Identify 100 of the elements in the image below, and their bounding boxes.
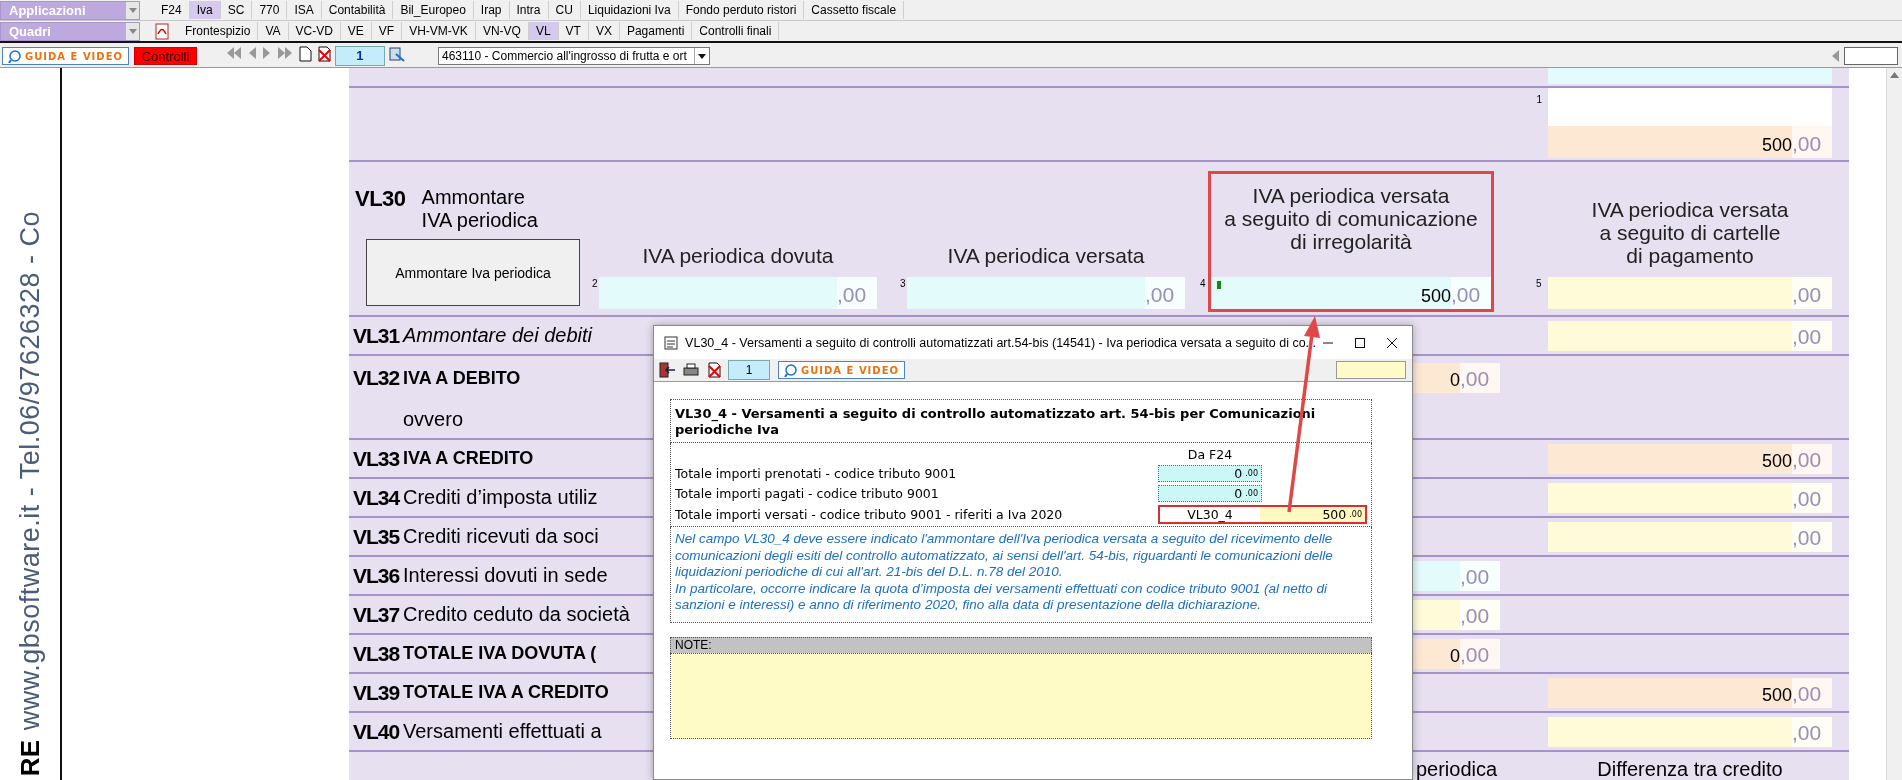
tab[interactable]: Bil_Europeo: [393, 1, 474, 19]
amount-field[interactable]: 500,00: [1548, 677, 1832, 708]
search-icon[interactable]: [388, 46, 406, 62]
column-header: IVA periodica dovuta: [641, 244, 835, 267]
dropdown-arrow-icon[interactable]: [698, 53, 706, 59]
row-label: Ammontare IVA periodica: [421, 186, 538, 232]
print-icon[interactable]: [682, 362, 700, 378]
tab[interactable]: VX: [588, 22, 620, 40]
column-header: Da F24: [1186, 447, 1234, 462]
tab[interactable]: VT: [558, 22, 589, 40]
tab[interactable]: Frontespizio: [178, 22, 259, 40]
tab[interactable]: Cassetto fiscale: [804, 1, 905, 19]
pdf-icon[interactable]: [154, 22, 170, 40]
row-code: VL38: [353, 641, 401, 666]
field-number: 3: [900, 278, 907, 291]
tab[interactable]: Iva: [189, 1, 221, 19]
tab[interactable]: VC-VD: [288, 22, 341, 40]
delete-page-icon[interactable]: [316, 46, 332, 62]
amount-field[interactable]: 0 .00: [1158, 465, 1262, 482]
row-label: Ammontare dei debiti: [403, 324, 592, 347]
row-code: VL35: [353, 524, 401, 549]
tab[interactable]: Intra: [509, 1, 549, 19]
tab[interactable]: F24: [154, 1, 190, 19]
field-number: 2: [592, 278, 599, 291]
amount-field[interactable]: 500,00: [1548, 126, 1832, 158]
notes-field[interactable]: [670, 652, 1372, 739]
column-header: IVA periodica versata a seguito di cartelle di pagamento: [1590, 198, 1790, 267]
tab[interactable]: VA: [258, 22, 289, 40]
field-label: VL30_4: [1186, 507, 1234, 522]
input-field[interactable]: [1844, 47, 1898, 65]
amount-field[interactable]: 0,00: [1413, 363, 1500, 393]
row-label: ovvero: [403, 407, 464, 431]
row-label: IVA A DEBITO: [403, 367, 521, 389]
tab[interactable]: 770: [252, 1, 288, 19]
page-number-field[interactable]: 1: [335, 46, 385, 66]
field-number: 5: [1536, 278, 1543, 291]
row-label: Totale importi versati - codice tributo 9001 - riferiti a Iva 2020: [675, 507, 1064, 522]
help-text: In particolare, occorre indicare la quota d’imposta dei versamenti effettuati con codice tributo 9001 (al netto di sanzioni e interessi) e anno di riferimento 2020, fino alla data di presentazione della dichiarazione.: [675, 580, 1329, 614]
tab[interactable]: Controlli finali: [692, 22, 780, 40]
banner-logo: RE: [14, 739, 46, 776]
page-number-field[interactable]: 1: [728, 360, 770, 380]
input-field[interactable]: [1336, 361, 1406, 379]
amount-field[interactable]: [1548, 68, 1832, 84]
help-search-icon: [8, 49, 21, 63]
row-code: VL32: [353, 366, 401, 390]
tab[interactable]: Irap: [473, 1, 510, 19]
field-number: 1: [1536, 94, 1543, 105]
row-label: Totale importi prenotati - codice tributo 9001: [675, 466, 958, 481]
scroll-left-icon[interactable]: [1830, 49, 1840, 63]
row-label: TOTALE IVA A CREDITO: [403, 682, 609, 703]
row-label: Versamenti effettuati a: [403, 720, 602, 743]
new-page-icon[interactable]: [297, 46, 313, 62]
first-page-icon[interactable]: [225, 46, 243, 60]
tab[interactable]: Contabilità: [321, 1, 394, 19]
field-number: 4: [1200, 278, 1207, 291]
help-search-icon: [784, 363, 797, 377]
row-label: IVA A CREDITO: [403, 448, 534, 469]
column-header: IVA periodica versata a seguito di comunicazione di irregolarità: [1223, 184, 1479, 253]
column-header: periodica: [1414, 757, 1499, 780]
banner-text: www.gbsoftware.it - Tel.06/97626328 - Co: [14, 210, 46, 730]
row-code: VL34: [353, 485, 401, 510]
row-label: Crediti ricevuti da soci: [403, 525, 599, 548]
row-code: VL30: [355, 186, 406, 213]
close-icon[interactable]: [1386, 336, 1398, 349]
maximize-icon[interactable]: [1354, 336, 1366, 349]
amount-field[interactable]: 500,00: [1211, 277, 1491, 309]
tab[interactable]: SC: [220, 1, 253, 19]
delete-page-icon[interactable]: [706, 362, 722, 378]
row-label: Crediti d’imposta utiliz: [403, 486, 598, 509]
tab[interactable]: Liquidazioni Iva: [580, 1, 679, 19]
amount-button[interactable]: Ammontare Iva periodica: [366, 239, 580, 306]
tab[interactable]: Pagamenti: [619, 22, 693, 40]
tab[interactable]: VN-VQ: [475, 22, 529, 40]
tab[interactable]: VL: [528, 22, 559, 40]
row-label: Interessi dovuti in sede: [403, 564, 608, 587]
column-header: Differenza tra credito: [1596, 757, 1784, 780]
row-code: VL31: [353, 323, 401, 348]
help-text: Nel campo VL30_4 deve essere indicato l'ammontare dell'Iva periodica versata a seguito del ricevimento delle comunicazioni degli esiti del controllo automatizzato, ai sensi dell'art. 54-bis, riguardanti le comunicazioni delle liquidazioni periodiche di cui all'art. 21-bis del D.L. n.78 del 2010.: [675, 531, 1334, 581]
exit-icon[interactable]: [658, 362, 676, 378]
amount-field[interactable]: 0,00: [1413, 638, 1500, 669]
tab[interactable]: CU: [548, 1, 581, 19]
amount-field[interactable]: 0 .00: [1158, 485, 1262, 502]
activity-dropdown[interactable]: 463110 - Commercio all'ingrosso di frutta e ort: [438, 47, 710, 65]
tab[interactable]: VE: [340, 22, 372, 40]
tab[interactable]: ISA: [287, 1, 322, 19]
row-code: VL36: [353, 563, 401, 588]
row-label: Credito ceduto da società: [403, 603, 630, 626]
controls-button[interactable]: Controlli: [134, 47, 197, 65]
row-code: VL33: [353, 446, 401, 471]
row-code: VL39: [353, 680, 401, 705]
row-label: Totale importi pagati - codice tributo 9001: [675, 486, 940, 501]
tab[interactable]: VF: [371, 22, 403, 40]
tab[interactable]: Fondo perduto ristori: [678, 1, 805, 19]
row-code: VL40: [353, 719, 401, 744]
amount-field[interactable]: 500 .00: [1260, 507, 1365, 522]
column-header: IVA periodica versata: [946, 244, 1146, 267]
tab[interactable]: VH-VM-VK: [402, 22, 476, 40]
row-code: VL37: [353, 602, 401, 627]
row-label: TOTALE IVA DOVUTA (: [403, 643, 597, 664]
amount-field[interactable]: 500,00: [1548, 443, 1832, 474]
